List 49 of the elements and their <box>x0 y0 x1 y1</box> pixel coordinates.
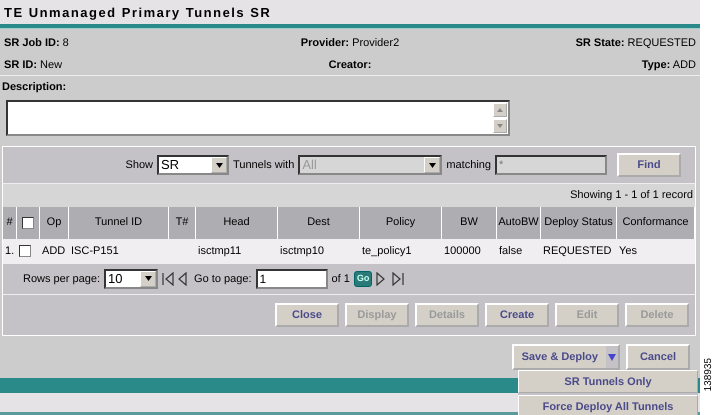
matching-field[interactable]: * <box>495 155 607 176</box>
info-field: SR State: REQUESTED <box>576 37 696 50</box>
go-to-page-label: Go to page: <box>194 272 252 287</box>
matching-label: matching <box>446 158 491 173</box>
page-title: TE Unmanaged Primary Tunnels SR <box>0 0 700 24</box>
info-field: SR ID: New <box>4 58 62 71</box>
page-field[interactable]: 1 <box>256 268 328 289</box>
show-select[interactable]: SR <box>157 155 230 176</box>
find-button[interactable]: Find <box>617 152 681 178</box>
menu-item[interactable]: Force Deploy All Tunnels <box>518 395 698 415</box>
info-field: Type: ADD <box>642 58 696 71</box>
column-header: Policy <box>360 206 442 239</box>
table-cell: te_policy1 <box>360 238 442 264</box>
action-button[interactable]: Create <box>485 302 549 328</box>
table-cell: isctmp11 <box>196 238 278 264</box>
table-cell: REQUESTED <box>541 238 617 264</box>
table-cell: 100000 <box>442 238 497 264</box>
table-cell: 1. <box>3 238 17 264</box>
column-header: Op <box>40 206 69 239</box>
show-label: Show <box>125 158 154 173</box>
table-cell: isctmp10 <box>278 238 360 264</box>
column-header: Dest <box>278 206 360 239</box>
rows-per-page-select[interactable]: 10 <box>104 268 158 289</box>
column-header: Conformance <box>617 206 695 239</box>
table-cell: ISC-P151 <box>69 238 169 264</box>
figure-number: 138935 <box>703 358 714 392</box>
table-cell: Yes <box>617 238 695 264</box>
table-cell: ADD <box>40 238 69 264</box>
table-cell: false <box>497 238 541 264</box>
column-header: # <box>3 206 17 239</box>
rows-per-page-label: Rows per page: <box>23 272 100 287</box>
description-label: Description: <box>2 80 68 96</box>
go-button[interactable]: Go <box>354 271 372 287</box>
page-count: of 1 <box>332 272 350 287</box>
column-header: BW <box>442 206 497 239</box>
action-button[interactable]: Close <box>275 302 339 328</box>
column-header: Tunnel ID <box>69 206 169 239</box>
record-count: Showing 1 - 1 of 1 record <box>3 183 695 207</box>
column-header: Head <box>196 206 278 239</box>
menu-item[interactable]: SR Tunnels Only <box>518 370 698 394</box>
save-deploy-button[interactable]: Save & Deploy <box>512 344 620 370</box>
tunnels-with-label: Tunnels with <box>233 158 294 173</box>
info-field: Creator: <box>328 58 372 71</box>
column-header: Deploy Status <box>541 206 617 239</box>
column-header: AutoBW <box>497 206 541 239</box>
info-field: SR Job ID: 8 <box>4 37 69 50</box>
cancel-button[interactable]: Cancel <box>626 344 690 370</box>
column-header: T# <box>169 206 196 239</box>
info-field: Provider: Provider2 <box>300 37 400 50</box>
